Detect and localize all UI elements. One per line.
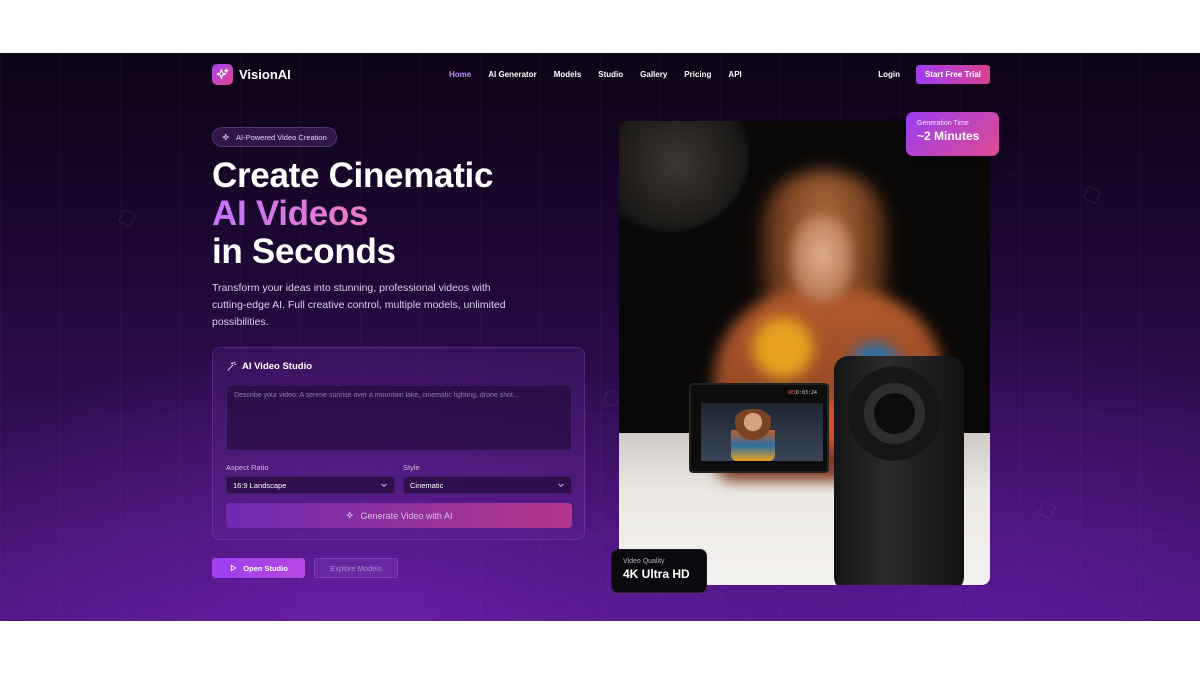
- sparkles-icon: [212, 63, 233, 85]
- photo-person-face: [791, 216, 853, 302]
- background-grid: [0, 53, 1200, 621]
- studio-title: AI Video Studio: [242, 361, 313, 372]
- generation-time-label: Generation Time: [917, 120, 969, 127]
- generation-time-value: ~2 Minutes: [917, 129, 980, 143]
- nav-link-models[interactable]: Models: [554, 70, 582, 79]
- sparkles-icon: [222, 133, 230, 140]
- aspect-ratio-value: 16:9 Landscape: [233, 480, 287, 490]
- nav-links: Home AI Generator Models Studio Gallery …: [449, 70, 742, 79]
- nav-link-api[interactable]: API: [728, 70, 741, 79]
- generation-time-card: Generation Time ~2 Minutes: [906, 112, 999, 156]
- brand-name: VisionAI: [239, 66, 291, 82]
- login-link[interactable]: Login: [878, 70, 900, 79]
- chevron-down-icon: [381, 483, 387, 488]
- generate-video-button[interactable]: Generate Video with AI: [226, 503, 572, 528]
- chevron-down-icon: [558, 483, 564, 488]
- viewfinder-person: [731, 409, 775, 461]
- nav-link-gallery[interactable]: Gallery: [640, 70, 667, 79]
- explore-models-button[interactable]: Explore Models: [314, 558, 398, 578]
- hero-subtext: Transform your ideas into stunning, prof…: [212, 282, 506, 328]
- photo-camera-lens: [847, 366, 942, 461]
- studio-header: AI Video Studio: [226, 361, 312, 372]
- headline-line-1: Create Cinematic: [212, 156, 494, 195]
- camera-viewfinder-screen: REC 0:03:24: [689, 383, 829, 473]
- viewfinder-image: [701, 403, 823, 461]
- style-select[interactable]: Cinematic: [403, 476, 572, 494]
- brand-logo[interactable]: VisionAI: [212, 63, 291, 85]
- style-label: Style: [403, 463, 420, 472]
- video-quality-value: 4K Ultra HD: [623, 567, 690, 581]
- start-trial-button[interactable]: Start Free Trial: [915, 64, 990, 84]
- prompt-textarea[interactable]: Describe your video: A serene sunrise ov…: [226, 385, 572, 451]
- nav-link-home[interactable]: Home: [449, 70, 471, 79]
- nav-link-ai-generator[interactable]: AI Generator: [488, 70, 536, 79]
- magic-wand-icon: [227, 361, 237, 371]
- headline-line-3: in Seconds: [212, 232, 396, 271]
- headline-line-2: AI Videos: [212, 194, 369, 233]
- nav-link-pricing[interactable]: Pricing: [684, 70, 711, 79]
- camera-timecode: 0:03:24: [795, 390, 817, 396]
- nav-actions: Login Start Free Trial: [878, 64, 990, 84]
- aspect-ratio-select[interactable]: 16:9 Landscape: [226, 476, 395, 494]
- sparkles-icon: [345, 511, 353, 519]
- page-frame: VisionAI Home AI Generator Models Studio…: [0, 53, 1200, 621]
- generate-label: Generate Video with AI: [360, 510, 453, 521]
- video-quality-label: Video Quality: [623, 558, 665, 565]
- aspect-ratio-label: Aspect Ratio: [226, 463, 269, 472]
- style-value: Cinematic: [410, 480, 444, 490]
- open-studio-label: Open Studio: [243, 563, 288, 573]
- ai-video-studio-card: AI Video Studio Describe your video: A s…: [212, 347, 585, 540]
- hero-headline: Create Cinematic AI Videos in Seconds: [212, 157, 493, 271]
- video-quality-card: Video Quality 4K Ultra HD: [611, 549, 707, 593]
- nav-link-studio[interactable]: Studio: [598, 70, 623, 79]
- hero-badge: AI-Powered Video Creation: [212, 127, 337, 147]
- open-studio-button[interactable]: Open Studio: [212, 558, 305, 578]
- badge-label: AI-Powered Video Creation: [236, 132, 327, 142]
- play-icon: [231, 564, 237, 572]
- top-navbar: VisionAI Home AI Generator Models Studio…: [212, 63, 990, 85]
- photo-lamp: [619, 121, 749, 231]
- hero-image: REC 0:03:24: [619, 121, 990, 585]
